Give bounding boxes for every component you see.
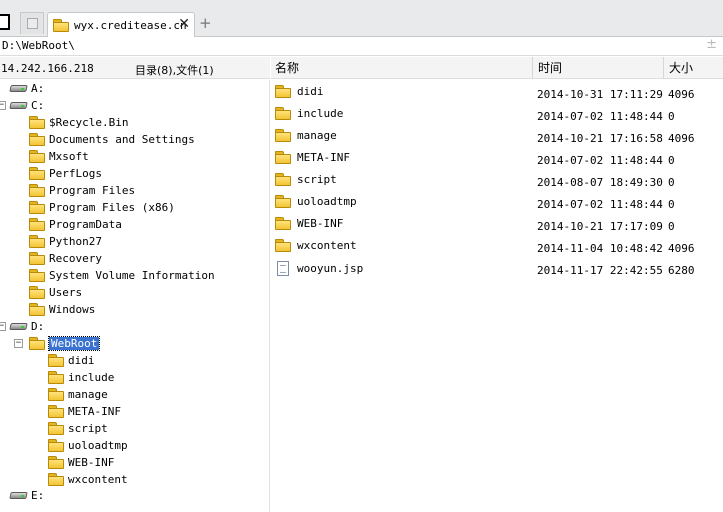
tab-title: wyx.creditease.cn xyxy=(74,18,187,32)
folder-icon xyxy=(29,337,45,350)
collapse-icon[interactable]: − xyxy=(0,101,6,110)
folder-icon xyxy=(275,195,291,208)
tree-item[interactable]: manage xyxy=(48,386,108,403)
tree-item[interactable]: Python27 xyxy=(29,233,102,250)
file-row[interactable]: script 2014-08-07 18:49:30 0 xyxy=(271,170,723,192)
tree-item[interactable]: PerfLogs xyxy=(29,165,102,182)
window-icon[interactable] xyxy=(0,14,10,30)
tree-item[interactable]: Users xyxy=(29,284,82,301)
folder-icon xyxy=(29,235,45,248)
folder-icon xyxy=(48,388,64,401)
tab-bar: wyx.creditease.cn ✕ + xyxy=(0,0,723,37)
tree-item[interactable]: wxcontent xyxy=(48,471,128,488)
file-row[interactable]: WEB-INF 2014-10-21 17:17:09 0 xyxy=(271,214,723,236)
folder-icon xyxy=(29,116,45,129)
tree-item[interactable]: Windows xyxy=(29,301,95,318)
file-row[interactable]: META-INF 2014-07-02 11:48:44 0 xyxy=(271,148,723,170)
folder-icon xyxy=(53,18,69,32)
folder-icon xyxy=(275,107,291,120)
tree-drive-e[interactable]: E: xyxy=(10,487,44,504)
tree-item[interactable]: Recovery xyxy=(29,250,102,267)
folder-icon xyxy=(29,303,45,316)
folder-icon xyxy=(48,439,64,452)
tree-item[interactable]: META-INF xyxy=(48,403,121,420)
tree-drive-c[interactable]: C: xyxy=(10,97,44,114)
file-row[interactable]: manage 2014-10-21 17:16:58 4096 xyxy=(271,126,723,148)
blank-page-icon xyxy=(27,18,38,29)
file-row[interactable]: include 2014-07-02 11:48:44 0 xyxy=(271,104,723,126)
tab-active[interactable]: wyx.creditease.cn ✕ xyxy=(47,12,195,37)
tree-item[interactable]: script xyxy=(48,420,108,437)
file-list-header: 名称 时间 大小 xyxy=(271,57,723,79)
tree-item[interactable]: include xyxy=(48,369,114,386)
collapse-icon[interactable]: − xyxy=(14,339,23,348)
tree-item[interactable]: ProgramData xyxy=(29,216,122,233)
column-size-header[interactable]: 大小 xyxy=(665,57,723,79)
tree-item[interactable]: System Volume Information xyxy=(29,267,215,284)
folder-icon xyxy=(29,133,45,146)
left-pane-header: 14.242.166.218 目录(8),文件(1) xyxy=(0,57,270,79)
folder-icon xyxy=(48,405,64,418)
item-counts: 目录(8),文件(1) xyxy=(135,64,214,77)
collapse-icon[interactable]: − xyxy=(0,322,6,331)
current-path[interactable]: D:\WebRoot\ xyxy=(2,39,75,52)
folder-icon xyxy=(275,129,291,142)
address-options-icon[interactable]: ± xyxy=(706,37,717,52)
folder-icon xyxy=(29,269,45,282)
server-ip: 14.242.166.218 xyxy=(1,62,94,75)
address-bar[interactable]: D:\WebRoot\ ± xyxy=(0,37,723,56)
tab-blank[interactable] xyxy=(20,12,44,34)
directory-tree: A: − C: $Recycle.Bin Documents and Setti… xyxy=(0,80,270,512)
tree-item[interactable]: WEB-INF xyxy=(48,454,114,471)
drive-icon xyxy=(10,84,27,93)
tree-item[interactable]: Documents and Settings xyxy=(29,131,195,148)
tree-item[interactable]: Program Files (x86) xyxy=(29,199,175,216)
folder-icon xyxy=(29,167,45,180)
tree-drive-d[interactable]: D: xyxy=(10,318,44,335)
folder-icon xyxy=(29,218,45,231)
folder-icon xyxy=(29,150,45,163)
tree-item[interactable]: didi xyxy=(48,352,95,369)
file-row[interactable]: wxcontent 2014-11-04 10:48:42 4096 xyxy=(271,236,723,258)
tree-drive-a[interactable]: A: xyxy=(10,80,44,97)
drive-icon xyxy=(10,101,27,110)
tree-item[interactable]: $Recycle.Bin xyxy=(29,114,128,131)
file-row[interactable]: uoloadtmp 2014-07-02 11:48:44 0 xyxy=(271,192,723,214)
tree-item[interactable]: Program Files xyxy=(29,182,135,199)
file-row[interactable]: wooyun.jsp 2014-11-17 22:42:55 6280 xyxy=(271,258,723,280)
tree-item-webroot[interactable]: WebRoot xyxy=(29,335,101,352)
folder-icon xyxy=(48,371,64,384)
new-tab-icon[interactable]: + xyxy=(199,14,212,32)
folder-icon xyxy=(275,173,291,186)
folder-icon xyxy=(48,473,64,486)
tree-item[interactable]: uoloadtmp xyxy=(48,437,128,454)
folder-icon xyxy=(29,184,45,197)
folder-icon xyxy=(275,151,291,164)
folder-icon xyxy=(48,456,64,469)
file-row[interactable]: didi 2014-10-31 17:11:29 4096 xyxy=(271,82,723,104)
folder-icon xyxy=(48,422,64,435)
drive-icon xyxy=(10,491,27,500)
folder-icon xyxy=(29,252,45,265)
column-name-header[interactable]: 名称 xyxy=(271,57,533,79)
folder-icon xyxy=(275,85,291,98)
folder-icon xyxy=(275,239,291,252)
column-time-header[interactable]: 时间 xyxy=(534,57,664,79)
folder-icon xyxy=(275,217,291,230)
file-icon xyxy=(277,261,289,276)
tree-item[interactable]: Mxsoft xyxy=(29,148,89,165)
folder-icon xyxy=(29,201,45,214)
folder-icon xyxy=(48,354,64,367)
folder-icon xyxy=(29,286,45,299)
drive-icon xyxy=(10,322,27,331)
close-icon[interactable]: ✕ xyxy=(178,17,190,31)
